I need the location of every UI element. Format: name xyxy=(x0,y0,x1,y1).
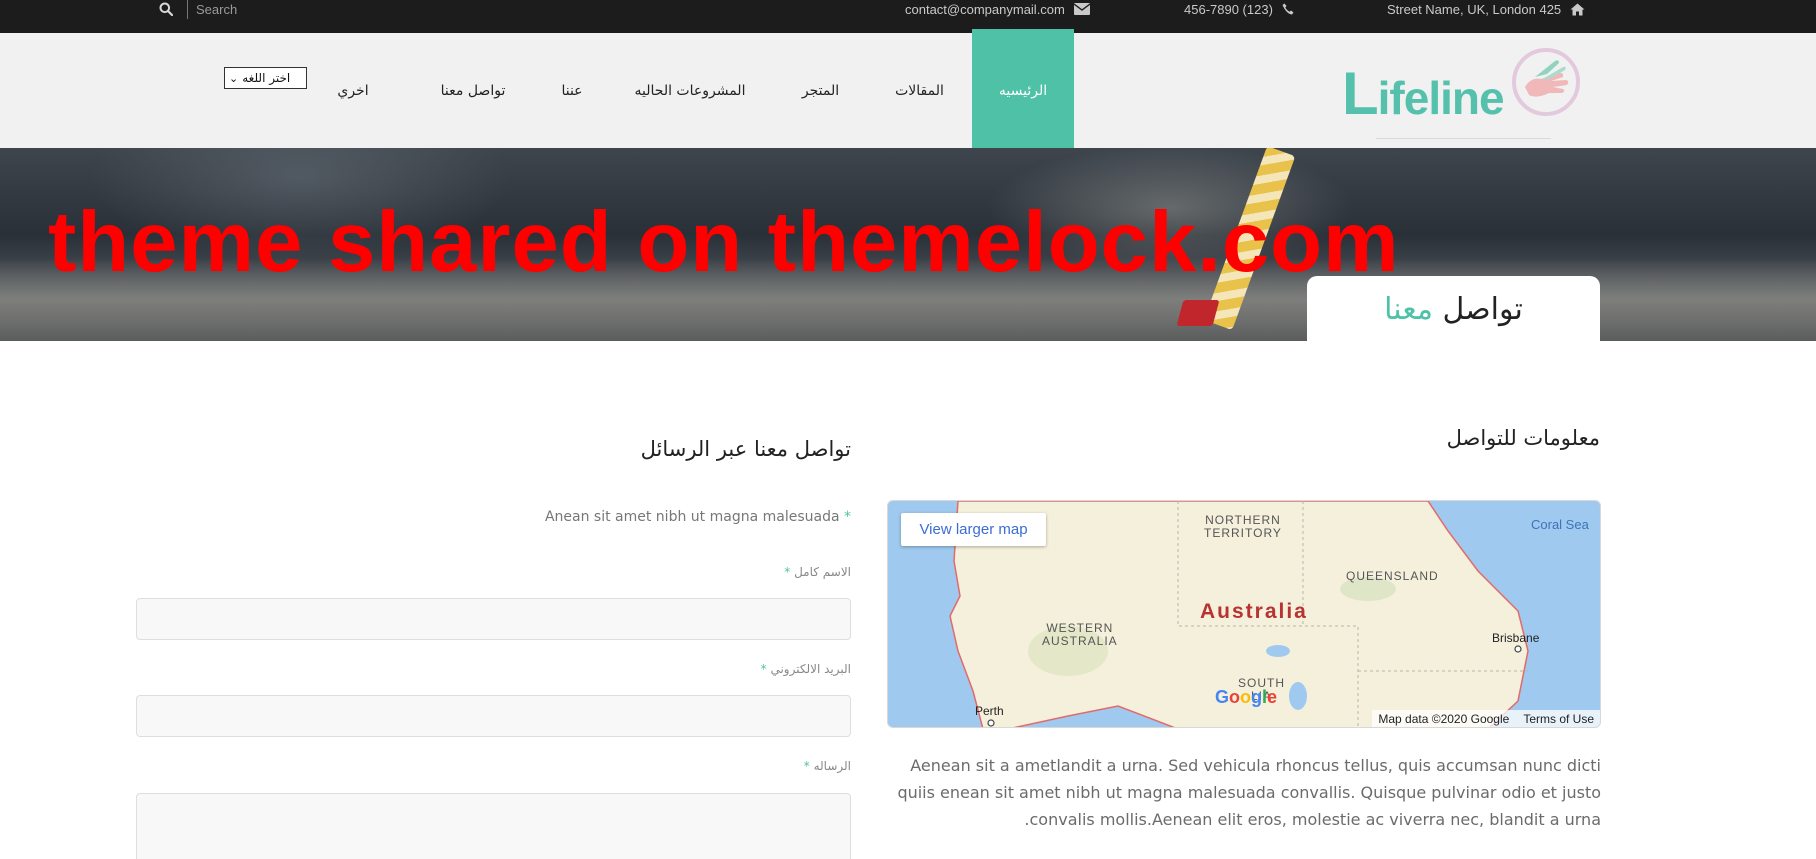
message-label: الرساله * xyxy=(803,759,851,773)
address-text: Street Name, UK, London 425 xyxy=(1387,1,1562,17)
map-data-text: Map data ©2020 Google xyxy=(1378,711,1510,726)
site-logo[interactable]: Lifeline xyxy=(1340,47,1590,139)
nav-item-articles[interactable]: المقالات xyxy=(877,29,962,153)
search-input[interactable] xyxy=(196,0,346,18)
logo-hand-icon xyxy=(1512,48,1580,116)
phone-icon xyxy=(1282,3,1294,15)
nav-item-contact[interactable]: تواصل معنا xyxy=(418,29,528,153)
nav-item-current-projects[interactable]: المشروعات الحاليه xyxy=(620,29,760,153)
nav-item-other[interactable]: اخري xyxy=(323,29,383,153)
embedded-map[interactable]: View larger map Coral Sea NORTHERN TERRI… xyxy=(887,500,1601,728)
search-divider xyxy=(187,0,188,19)
chevron-down-icon: ⌄ xyxy=(229,71,239,85)
logo-underline xyxy=(1376,138,1551,139)
map-attribution: Map data ©2020 Google Terms of Use xyxy=(1372,710,1600,727)
contact-info-paragraph: Aenean sit a ametlandit a urna. Sed vehi… xyxy=(897,756,1601,829)
google-logo: Google xyxy=(1215,687,1278,707)
map-label-western-australia: WESTERN AUSTRALIA xyxy=(1042,621,1118,648)
page-title: تواصل معنا xyxy=(1307,276,1600,342)
email-label: البريد الالكتروني * xyxy=(760,662,851,676)
form-intro: * Anean sit amet nibh ut magna malesuada xyxy=(544,509,851,525)
map-label-queensland: QUEENSLAND xyxy=(1346,569,1439,583)
nav-item-store[interactable]: المتجر xyxy=(778,29,863,153)
map-label-australia: Australia xyxy=(1200,600,1308,623)
full-name-field[interactable] xyxy=(136,598,851,640)
message-field[interactable] xyxy=(136,793,851,859)
contact-form-title: تواصل معنا عبر الرسائل xyxy=(640,437,851,461)
logo-text: Lifeline xyxy=(1342,60,1505,127)
language-select-label: اختر اللغه xyxy=(242,71,291,85)
view-larger-map-link[interactable]: View larger map xyxy=(901,513,1046,546)
envelope-icon xyxy=(1073,3,1090,15)
map-terms-link[interactable]: Terms of Use xyxy=(1523,712,1594,726)
nav-item-about[interactable]: عننا xyxy=(542,29,602,153)
search-icon[interactable] xyxy=(155,0,177,18)
topbar-address: Street Name, UK, London 425 xyxy=(1387,0,1585,18)
map-label-perth: Perth xyxy=(975,704,1004,718)
topbar-phone[interactable]: 456-7890 (123) xyxy=(1184,0,1294,18)
home-icon xyxy=(1570,3,1585,15)
language-select[interactable]: ⌄ اختر اللغه xyxy=(224,67,307,89)
top-search xyxy=(155,0,346,19)
watermark-text: theme shared on themelock.com xyxy=(48,195,1400,290)
contact-info-title: معلومات للتواصل xyxy=(1446,426,1600,450)
email-text: contact@companymail.com xyxy=(905,1,1065,17)
full-name-label: الاسم كامل * xyxy=(784,565,851,579)
topbar-email[interactable]: contact@companymail.com xyxy=(905,0,1090,18)
email-field[interactable] xyxy=(136,695,851,737)
map-label-coral-sea: Coral Sea xyxy=(1531,517,1589,532)
banner-candle-base xyxy=(1176,300,1220,326)
nav-item-home[interactable]: الرئيسيه xyxy=(972,29,1074,153)
phone-text: 456-7890 (123) xyxy=(1184,1,1273,17)
map-label-northern-territory: NORTHERN TERRITORY xyxy=(1204,513,1282,540)
map-label-brisbane: Brisbane xyxy=(1492,631,1540,645)
